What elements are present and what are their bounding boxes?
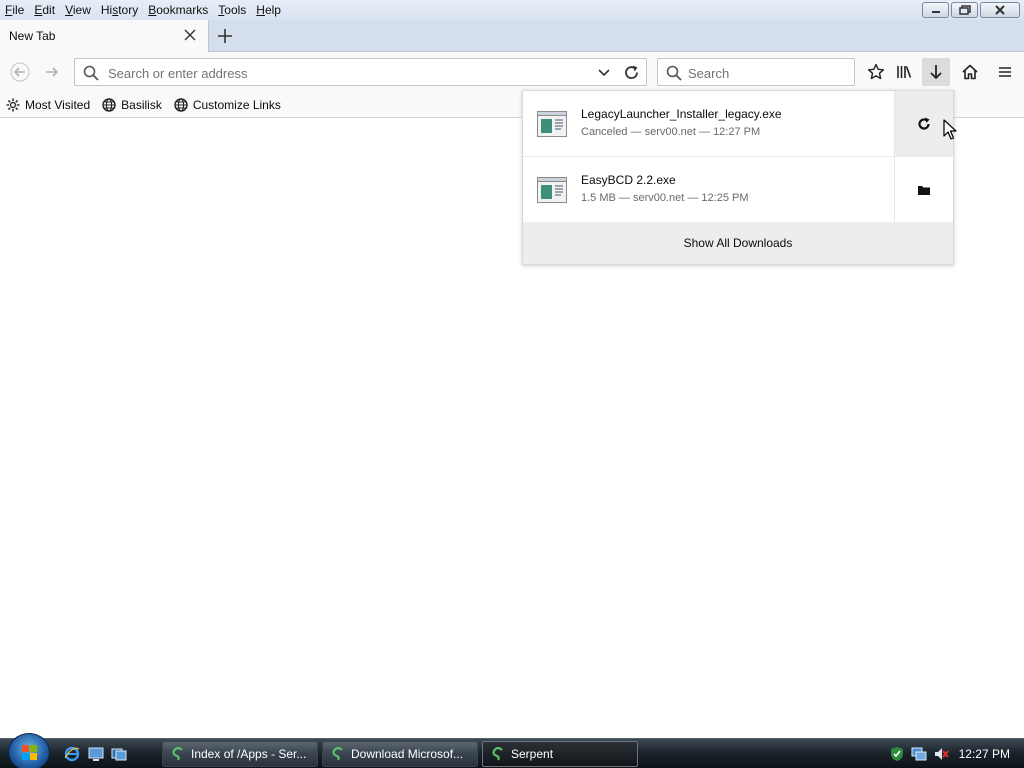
exe-file-icon	[537, 111, 567, 137]
windows-logo-icon	[22, 745, 37, 760]
search-icon	[83, 65, 99, 81]
menu-bar: File Edit View History Bookmarks Tools H…	[0, 0, 1024, 20]
tab-title: New Tab	[9, 29, 56, 43]
chevron-down-icon[interactable]	[597, 67, 611, 79]
home-icon	[962, 64, 978, 80]
bookmark-label: Basilisk	[121, 97, 162, 112]
serpent-browser-icon	[332, 747, 343, 761]
bookmark-label: Most Visited	[25, 97, 91, 112]
show-all-downloads-button[interactable]: Show All Downloads	[523, 222, 953, 264]
taskbar-window-serpent[interactable]: Serpent	[482, 741, 638, 767]
menu-edit[interactable]: Edit	[29, 0, 60, 20]
taskbar-window-label: Serpent	[511, 747, 554, 761]
show-desktop-icon[interactable]	[88, 746, 104, 762]
download-filename: EasyBCD 2.2.exe	[581, 173, 676, 187]
retry-icon	[918, 117, 930, 130]
restore-button[interactable]	[951, 2, 978, 18]
home-button[interactable]	[956, 58, 984, 86]
forward-button[interactable]	[38, 58, 66, 86]
download-status: 1.5 MB — serv00.net — 12:25 PM	[581, 192, 749, 204]
search-icon	[666, 65, 682, 81]
bookmark-star-button[interactable]	[862, 58, 890, 86]
mouse-cursor-icon	[943, 119, 957, 140]
taskbar: Index of /Apps - Ser... Download Microso…	[0, 733, 1024, 768]
bookmark-most-visited[interactable]: Most Visited	[6, 98, 90, 112]
reload-icon[interactable]	[623, 64, 640, 81]
minimize-button[interactable]	[922, 2, 949, 18]
tab-strip: New Tab	[0, 20, 1024, 52]
close-icon	[995, 5, 1005, 15]
show-all-downloads-label: Show All Downloads	[683, 236, 793, 250]
taskbar-window-download-microsoft[interactable]: Download Microsof...	[322, 741, 478, 767]
bookmark-label: Customize Links	[192, 97, 281, 112]
menu-button[interactable]	[991, 58, 1019, 86]
taskbar-window-index-of-apps[interactable]: Index of /Apps - Ser...	[162, 741, 318, 767]
forward-arrow-icon	[46, 67, 59, 77]
volume-muted-icon[interactable]	[933, 746, 949, 762]
library-button[interactable]	[890, 58, 918, 86]
folder-icon	[918, 186, 930, 195]
restore-icon	[958, 5, 971, 15]
globe-icon	[174, 97, 188, 112]
serpent-browser-icon	[492, 747, 503, 761]
clock[interactable]: 12:27 PM	[959, 747, 1010, 761]
menu-view[interactable]: View	[60, 0, 96, 20]
security-shield-icon[interactable]	[889, 746, 905, 762]
download-status: Canceled — serv00.net — 12:27 PM	[581, 126, 761, 138]
globe-icon	[102, 97, 116, 112]
menu-bookmarks[interactable]: Bookmarks	[143, 0, 213, 20]
minimize-icon	[931, 11, 940, 13]
library-icon	[897, 66, 912, 78]
menu-file[interactable]: File	[0, 0, 29, 20]
url-input[interactable]	[108, 64, 578, 82]
tab-new-tab[interactable]: New Tab	[0, 20, 209, 52]
hamburger-menu-icon	[999, 67, 1011, 77]
menu-tools[interactable]: Tools	[213, 0, 251, 20]
network-icon[interactable]	[911, 746, 927, 762]
system-tray: 12:27 PM	[889, 739, 1024, 768]
back-button[interactable]	[6, 58, 34, 86]
window-controls	[922, 2, 1020, 18]
menu-help[interactable]: Help	[251, 0, 286, 20]
download-filename: LegacyLauncher_Installer_legacy.exe	[581, 107, 782, 121]
exe-file-icon	[537, 177, 567, 203]
address-bar[interactable]	[74, 58, 647, 86]
back-arrow-icon	[10, 62, 30, 82]
start-button[interactable]	[8, 733, 50, 768]
gear-icon	[6, 98, 20, 111]
new-tab-icon[interactable]	[216, 27, 234, 45]
star-icon	[867, 63, 885, 80]
switch-windows-icon[interactable]	[111, 746, 127, 762]
navigation-toolbar	[0, 52, 1024, 92]
download-item[interactable]: LegacyLauncher_Installer_legacy.exe Canc…	[523, 91, 953, 157]
close-tab-icon[interactable]	[183, 28, 197, 42]
close-window-button[interactable]	[980, 2, 1020, 18]
downloads-button[interactable]	[922, 58, 950, 86]
open-containing-folder-button[interactable]	[894, 157, 953, 223]
download-arrow-icon	[930, 65, 942, 80]
downloads-panel: LegacyLauncher_Installer_legacy.exe Canc…	[522, 90, 954, 265]
taskbar-window-label: Index of /Apps - Ser...	[191, 747, 307, 761]
search-bar[interactable]	[657, 58, 855, 86]
search-input[interactable]	[688, 64, 848, 82]
bookmark-basilisk[interactable]: Basilisk	[102, 98, 162, 112]
bookmark-customize-links[interactable]: Customize Links	[174, 98, 281, 112]
download-item[interactable]: EasyBCD 2.2.exe 1.5 MB — serv00.net — 12…	[523, 157, 953, 223]
serpent-browser-icon	[172, 747, 183, 761]
menu-history[interactable]: History	[96, 0, 143, 20]
internet-explorer-icon[interactable]	[64, 746, 80, 762]
taskbar-window-label: Download Microsof...	[351, 747, 464, 761]
